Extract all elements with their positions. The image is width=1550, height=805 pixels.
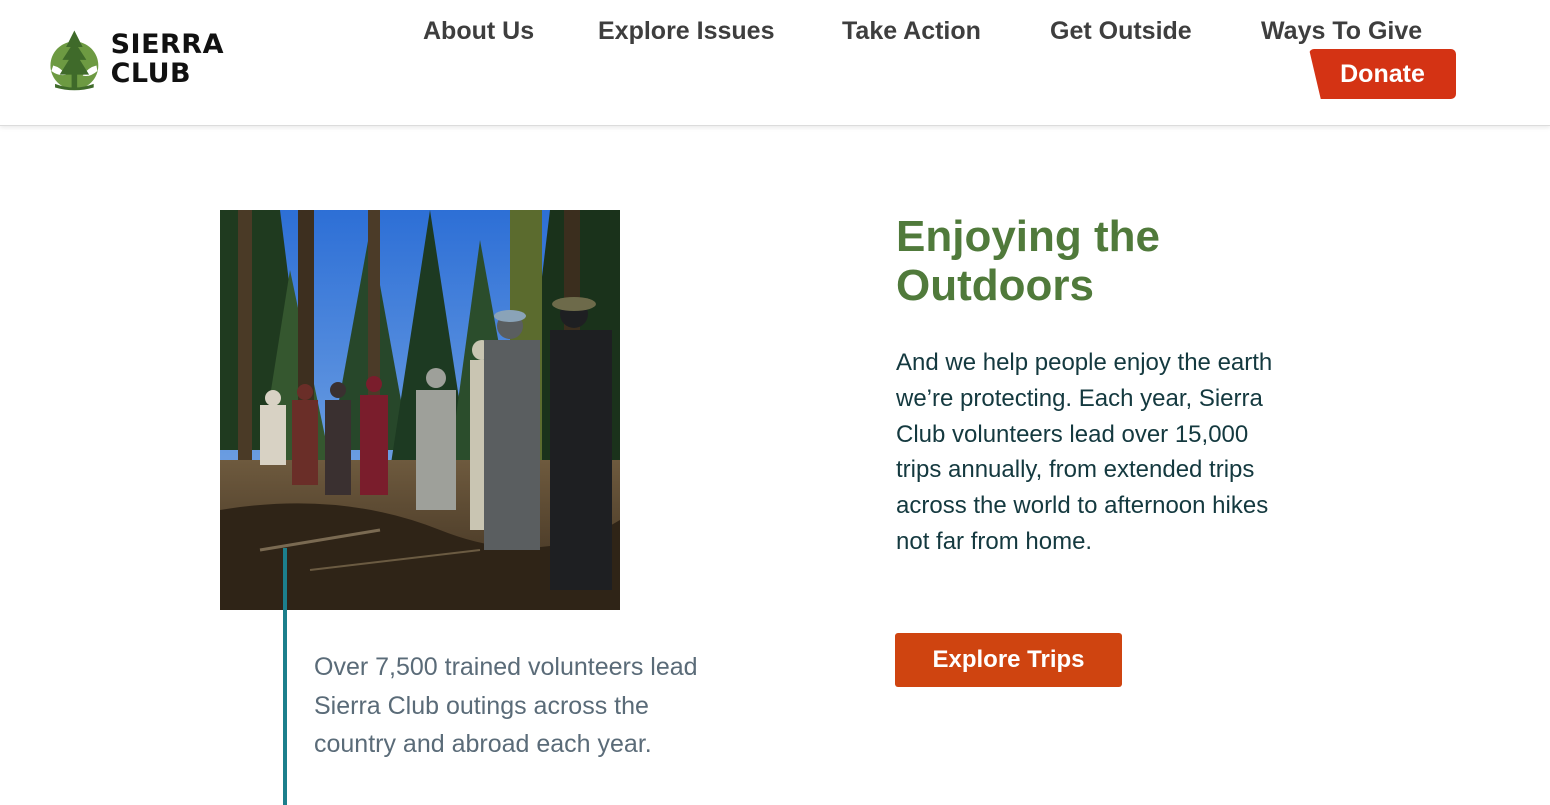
explore-trips-button[interactable]: Explore Trips <box>895 633 1122 687</box>
nav-explore-issues[interactable]: Explore Issues <box>598 17 774 46</box>
nav-take-action[interactable]: Take Action <box>842 17 981 46</box>
nav-about-us[interactable]: About Us <box>423 17 534 46</box>
section-description: And we help people enjoy the earth we’re… <box>896 349 1273 555</box>
logo-line-2: CLUB <box>110 58 192 89</box>
main-navigation: About Us Explore Issues Take Action Get … <box>0 17 1550 53</box>
forest-group-illustration <box>220 210 620 610</box>
caption-accent-line <box>283 548 287 805</box>
site-header: SIERRA CLUB About Us Explore Issues Take… <box>0 0 1550 126</box>
volunteers-photo <box>220 210 620 610</box>
donate-button[interactable]: Donate <box>1309 49 1456 99</box>
nav-get-outside[interactable]: Get Outside <box>1050 17 1192 46</box>
section-title: Enjoying the Outdoors <box>896 212 1160 310</box>
nav-ways-to-give[interactable]: Ways To Give <box>1261 17 1422 46</box>
donate-button-label: Donate <box>1340 60 1425 88</box>
photo-caption: Over 7,500 trained volunteers lead Sierr… <box>314 653 698 758</box>
